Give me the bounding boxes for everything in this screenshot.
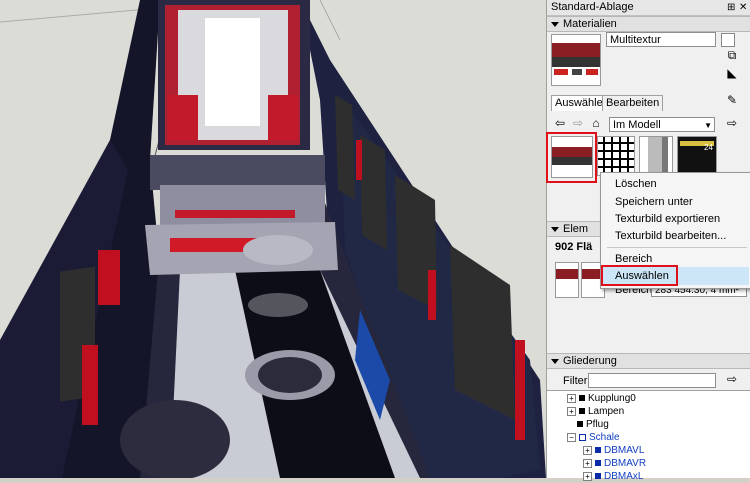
eyedropper-icon[interactable]: ✎ xyxy=(725,93,739,107)
back-arrow-icon[interactable]: ⇦ xyxy=(553,116,567,130)
component-icon xyxy=(595,473,601,480)
swatch-highlight-box xyxy=(546,132,597,183)
material-swatch-4[interactable]: 24 xyxy=(677,136,717,176)
tree-item-selected[interactable]: − Schale xyxy=(567,431,620,444)
tree-item-label: Pflug xyxy=(586,419,609,430)
tree-item[interactable]: + Kupplung0 xyxy=(567,392,636,405)
tree-item-label: DBMAVL xyxy=(604,445,645,456)
material-name-field[interactable]: Multitextur xyxy=(606,32,716,47)
materials-panel-title: Materialien xyxy=(563,18,617,30)
tray-title-bar: Standard-Ablage ⊞ ✕ xyxy=(547,0,750,16)
menu-item-save-as[interactable]: Speichern unter xyxy=(615,196,693,208)
component-icon xyxy=(595,460,601,467)
collapse-triangle-icon xyxy=(551,226,559,232)
materials-panel-header[interactable]: Materialien xyxy=(547,16,750,32)
library-select[interactable]: Im Modell ▼ xyxy=(609,117,715,132)
swatch-label: 24 xyxy=(704,143,713,152)
menu-item-area[interactable]: Bereich xyxy=(615,253,652,265)
tree-item[interactable]: Pflug xyxy=(577,418,609,431)
outline-title: Gliederung xyxy=(563,355,617,367)
tree-item-label: Kupplung0 xyxy=(588,393,636,404)
material-color-swatch[interactable] xyxy=(721,33,735,47)
menu-item-export-texture[interactable]: Texturbild exportieren xyxy=(615,213,720,225)
menu-item-highlight-box xyxy=(601,265,678,286)
tree-item[interactable]: + DBMAVR xyxy=(583,457,646,470)
tab-edit[interactable]: Bearbeiten xyxy=(602,95,664,111)
material-swatch-2[interactable] xyxy=(597,136,635,176)
filter-label: Filter: xyxy=(563,375,591,387)
library-select-value: Im Modell xyxy=(613,119,661,131)
group-icon xyxy=(579,433,586,441)
component-icon xyxy=(577,421,583,428)
outline-panel-header[interactable]: Gliederung xyxy=(547,353,750,369)
texture-thumbnail-icon xyxy=(648,137,668,175)
tree-item-label: Schale xyxy=(589,432,620,443)
tree-item[interactable]: + Lampen xyxy=(567,405,624,418)
tray-title: Standard-Ablage xyxy=(551,1,634,13)
details-arrow-icon[interactable]: ⇨ xyxy=(725,372,739,386)
outline-filter-input[interactable] xyxy=(588,373,716,388)
collapse-triangle-icon xyxy=(551,21,559,27)
current-material-preview[interactable] xyxy=(551,34,601,86)
component-icon xyxy=(579,395,585,402)
grid-texture-icon xyxy=(598,137,634,175)
menu-separator xyxy=(607,247,747,248)
home-icon[interactable]: ⌂ xyxy=(589,116,603,130)
tree-item[interactable]: + DBMAxL xyxy=(583,470,643,483)
expand-icon[interactable]: + xyxy=(567,406,576,416)
forward-arrow-icon[interactable]: ⇨ xyxy=(571,116,585,130)
train-wagon-render xyxy=(0,0,546,478)
model-viewport[interactable] xyxy=(0,0,546,478)
tree-item[interactable]: + DBMAVL xyxy=(583,444,644,457)
material-swatch-3[interactable] xyxy=(639,136,673,176)
menu-item-edit-texture[interactable]: Texturbild bearbeiten... xyxy=(615,230,726,242)
entity-info-title: Elem xyxy=(563,223,589,235)
pin-icon[interactable]: ⊞ xyxy=(727,0,735,15)
tree-item-label: DBMAxL xyxy=(604,471,644,482)
tree-item-label: Lampen xyxy=(588,406,625,417)
face-count: 902 Flä xyxy=(555,241,593,253)
expand-icon[interactable]: + xyxy=(583,458,592,468)
texture-thumbnail-icon xyxy=(556,269,578,279)
details-arrow-icon[interactable]: ⇨ xyxy=(725,116,739,130)
expand-icon[interactable]: + xyxy=(567,393,576,403)
front-material-swatch[interactable] xyxy=(555,262,579,298)
outline-tree[interactable]: + Kupplung0 + Lampen Pflug − Schale + DBMAVL… xyxy=(547,390,750,482)
close-icon[interactable]: ✕ xyxy=(739,0,747,15)
tree-item-label: DBMAVR xyxy=(604,458,647,469)
texture-thumbnail-icon xyxy=(552,43,600,75)
collapse-icon[interactable]: − xyxy=(567,432,576,442)
expand-icon[interactable]: + xyxy=(583,471,592,481)
expand-icon[interactable]: + xyxy=(583,445,592,455)
component-icon xyxy=(595,447,601,454)
create-material-icon[interactable]: ⧉ xyxy=(725,48,739,62)
default-material-icon[interactable]: ◣ xyxy=(725,66,739,80)
chevron-down-icon: ▼ xyxy=(704,121,712,130)
menu-item-delete[interactable]: Löschen xyxy=(615,178,657,190)
component-icon xyxy=(579,408,585,415)
collapse-triangle-icon xyxy=(551,358,559,364)
